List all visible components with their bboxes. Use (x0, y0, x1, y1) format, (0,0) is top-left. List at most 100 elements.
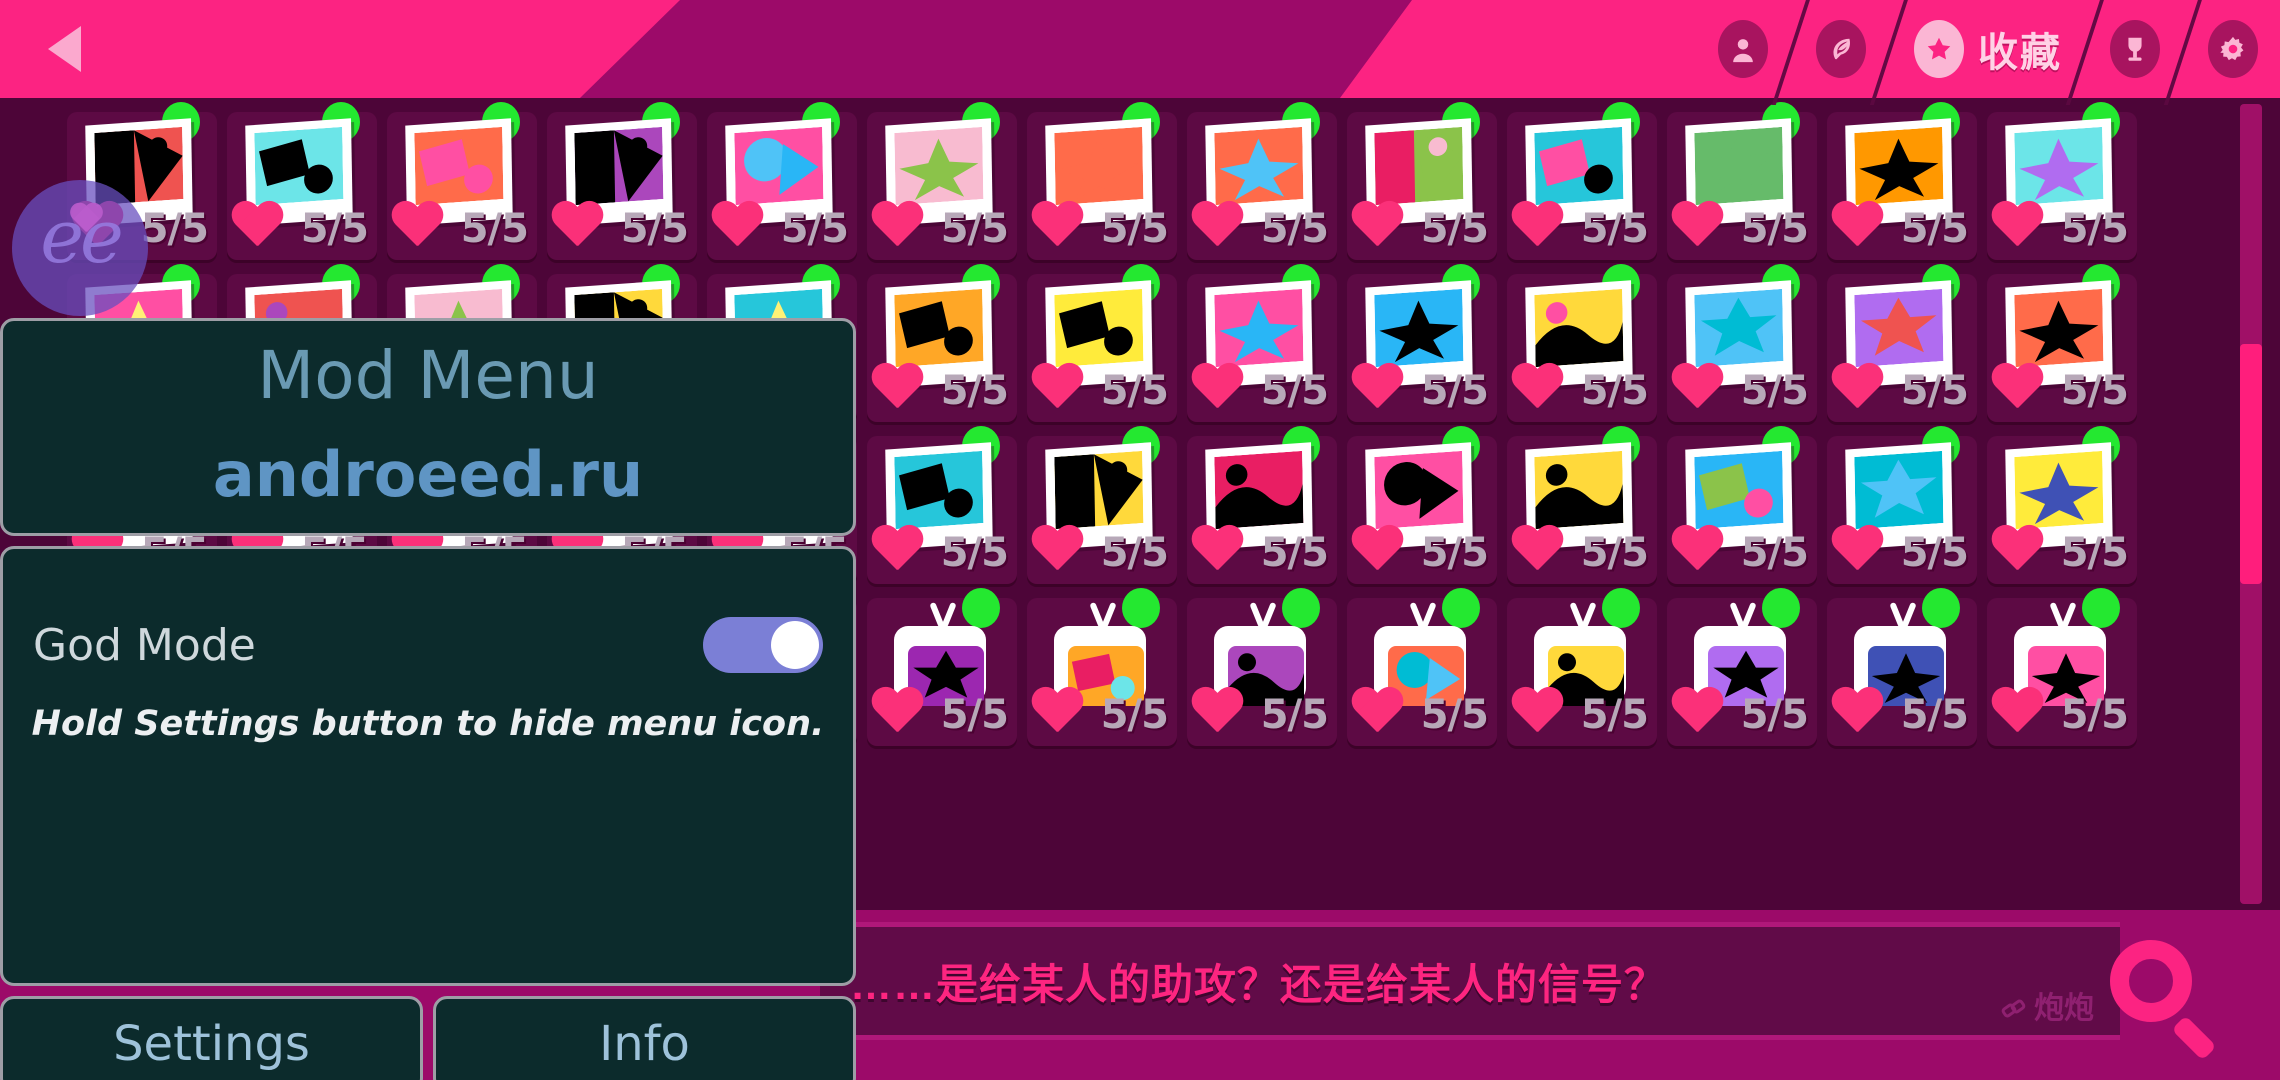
favorite-heart-icon (1990, 526, 2044, 574)
collection-card[interactable]: 5/5 (1342, 102, 1502, 266)
collection-card[interactable]: 5/5 (1502, 426, 1662, 590)
polaroid-picture (1534, 288, 1624, 368)
polaroid-picture (894, 450, 984, 530)
back-triangle-icon[interactable] (48, 26, 81, 72)
card-score-label: 5/5 (1100, 206, 1169, 252)
quote-text: ……是给某人的助攻？还是给某人的信号？ (850, 961, 1668, 1008)
collection-card[interactable]: 5/5 (1342, 426, 1502, 590)
collection-card[interactable]: 5/5 (1022, 588, 1182, 752)
favorite-heart-icon (870, 202, 924, 250)
favorite-heart-icon (1510, 202, 1564, 250)
nav-item-list: 收藏 (1696, 0, 2280, 105)
collection-card[interactable]: 5/5 (1662, 426, 1822, 590)
quote-box: ……是给某人的助攻？还是给某人的信号？ 炮炮 (820, 922, 2120, 1040)
nav-item-label-collection: 收藏 (1978, 31, 2062, 75)
collection-card[interactable]: 5/5 (1982, 264, 2142, 428)
collection-card[interactable]: 5/5 (862, 426, 1022, 590)
nav-item-trophy[interactable] (2088, 0, 2182, 98)
polaroid-picture (1534, 126, 1624, 206)
collection-card[interactable]: 5/5 (1662, 264, 1822, 428)
polaroid-picture (2014, 288, 2104, 368)
collection-card[interactable]: 5/5 (862, 588, 1022, 752)
collection-card[interactable]: 5/5 (862, 264, 1022, 428)
collection-card[interactable]: 5/5 (1662, 588, 1822, 752)
collection-card[interactable]: 5/5 (1182, 426, 1342, 590)
star-icon (1914, 20, 1964, 78)
collection-card[interactable]: 5/5 (382, 102, 542, 266)
collection-card[interactable]: 5/5 (1502, 588, 1662, 752)
scrollbar-thumb[interactable] (2240, 344, 2262, 584)
collection-card[interactable]: 5/5 (1342, 588, 1502, 752)
person-icon (1718, 20, 1768, 78)
card-score-label: 5/5 (1740, 206, 1809, 252)
collection-card[interactable]: 5/5 (1502, 102, 1662, 266)
collection-card[interactable]: 5/5 (1022, 264, 1182, 428)
favorite-heart-icon (1190, 688, 1244, 736)
favorite-heart-icon (1830, 202, 1884, 250)
card-score-label: 5/5 (1100, 692, 1169, 738)
card-score-label: 5/5 (1580, 206, 1649, 252)
polaroid-picture (1054, 288, 1144, 368)
nav-item-profile[interactable] (1696, 0, 1790, 98)
link-icon (2000, 997, 2028, 1020)
card-score-label: 5/5 (1740, 530, 1809, 576)
feather-icon (1816, 20, 1866, 78)
collection-card[interactable]: 5/5 (1822, 588, 1982, 752)
vertical-scrollbar[interactable] (2240, 104, 2262, 904)
card-score-label: 5/5 (1260, 692, 1329, 738)
collection-card[interactable]: 5/5 (1662, 102, 1822, 266)
collection-card[interactable]: 5/5 (1182, 588, 1342, 752)
collection-card[interactable]: 5/5 (1982, 588, 2142, 752)
nav-item-settings[interactable] (2186, 0, 2280, 98)
favorite-heart-icon (1510, 688, 1564, 736)
god-mode-toggle[interactable] (703, 617, 823, 673)
card-score-label: 5/5 (1100, 530, 1169, 576)
collection-card[interactable]: 5/5 (1822, 426, 1982, 590)
favorite-heart-icon (1350, 364, 1404, 412)
topbar-left-slab (0, 0, 680, 98)
collection-card[interactable]: 5/5 (1022, 102, 1182, 266)
polaroid-picture (1374, 126, 1464, 206)
collection-card[interactable]: 5/5 (542, 102, 702, 266)
app-root: 收藏 5/5 5/5 5/5 5/5 5/5 5/5 5/5 5/5 5/5 5/5 5/5 5/5 5… (0, 0, 2280, 1080)
nav-item-collection[interactable]: 收藏 (1892, 0, 2084, 98)
card-score-label: 5/5 (1740, 368, 1809, 414)
info-button[interactable]: Info (433, 996, 856, 1080)
mod-menu-footer: Settings Info (0, 996, 856, 1080)
search-button[interactable] (2100, 934, 2228, 1062)
collection-card[interactable]: 5/5 (1182, 264, 1342, 428)
polaroid-picture (1214, 450, 1304, 530)
polaroid-picture (734, 126, 824, 206)
polaroid-picture (574, 126, 664, 206)
collection-card[interactable]: 5/5 (1022, 426, 1182, 590)
polaroid-picture (2014, 126, 2104, 206)
settings-button[interactable]: Settings (0, 996, 423, 1080)
polaroid-picture (1694, 288, 1784, 368)
collection-card[interactable]: 5/5 (1982, 102, 2142, 266)
collection-card[interactable]: 5/5 (702, 102, 862, 266)
collection-card[interactable]: 5/5 (862, 102, 1022, 266)
mod-menu-header: Mod Menu androeed.ru (0, 318, 856, 536)
card-score-label: 5/5 (1580, 692, 1649, 738)
collection-card[interactable]: 5/5 (1822, 102, 1982, 266)
collection-card[interactable]: 5/5 (1182, 102, 1342, 266)
card-score-label: 5/5 (1260, 206, 1329, 252)
polaroid-picture (1214, 126, 1304, 206)
favorite-heart-icon (1030, 364, 1084, 412)
collection-card[interactable]: 5/5 (1822, 264, 1982, 428)
card-score-label: 5/5 (2060, 368, 2129, 414)
nav-item-feather[interactable] (1794, 0, 1888, 98)
collection-card[interactable]: 5/5 (1502, 264, 1662, 428)
favorite-heart-icon (1510, 526, 1564, 574)
collection-card[interactable]: 5/5 (222, 102, 382, 266)
card-score-label: 5/5 (1260, 368, 1329, 414)
polaroid-picture (254, 126, 344, 206)
polaroid-picture (1214, 288, 1304, 368)
god-mode-row: God Mode (33, 617, 823, 673)
mod-menu-float-icon[interactable]: ee (12, 180, 148, 316)
collection-card[interactable]: 5/5 (1982, 426, 2142, 590)
polaroid-picture (1534, 450, 1624, 530)
collection-card[interactable]: 5/5 (1342, 264, 1502, 428)
toggle-knob (771, 621, 819, 669)
card-score-label: 5/5 (1420, 692, 1489, 738)
